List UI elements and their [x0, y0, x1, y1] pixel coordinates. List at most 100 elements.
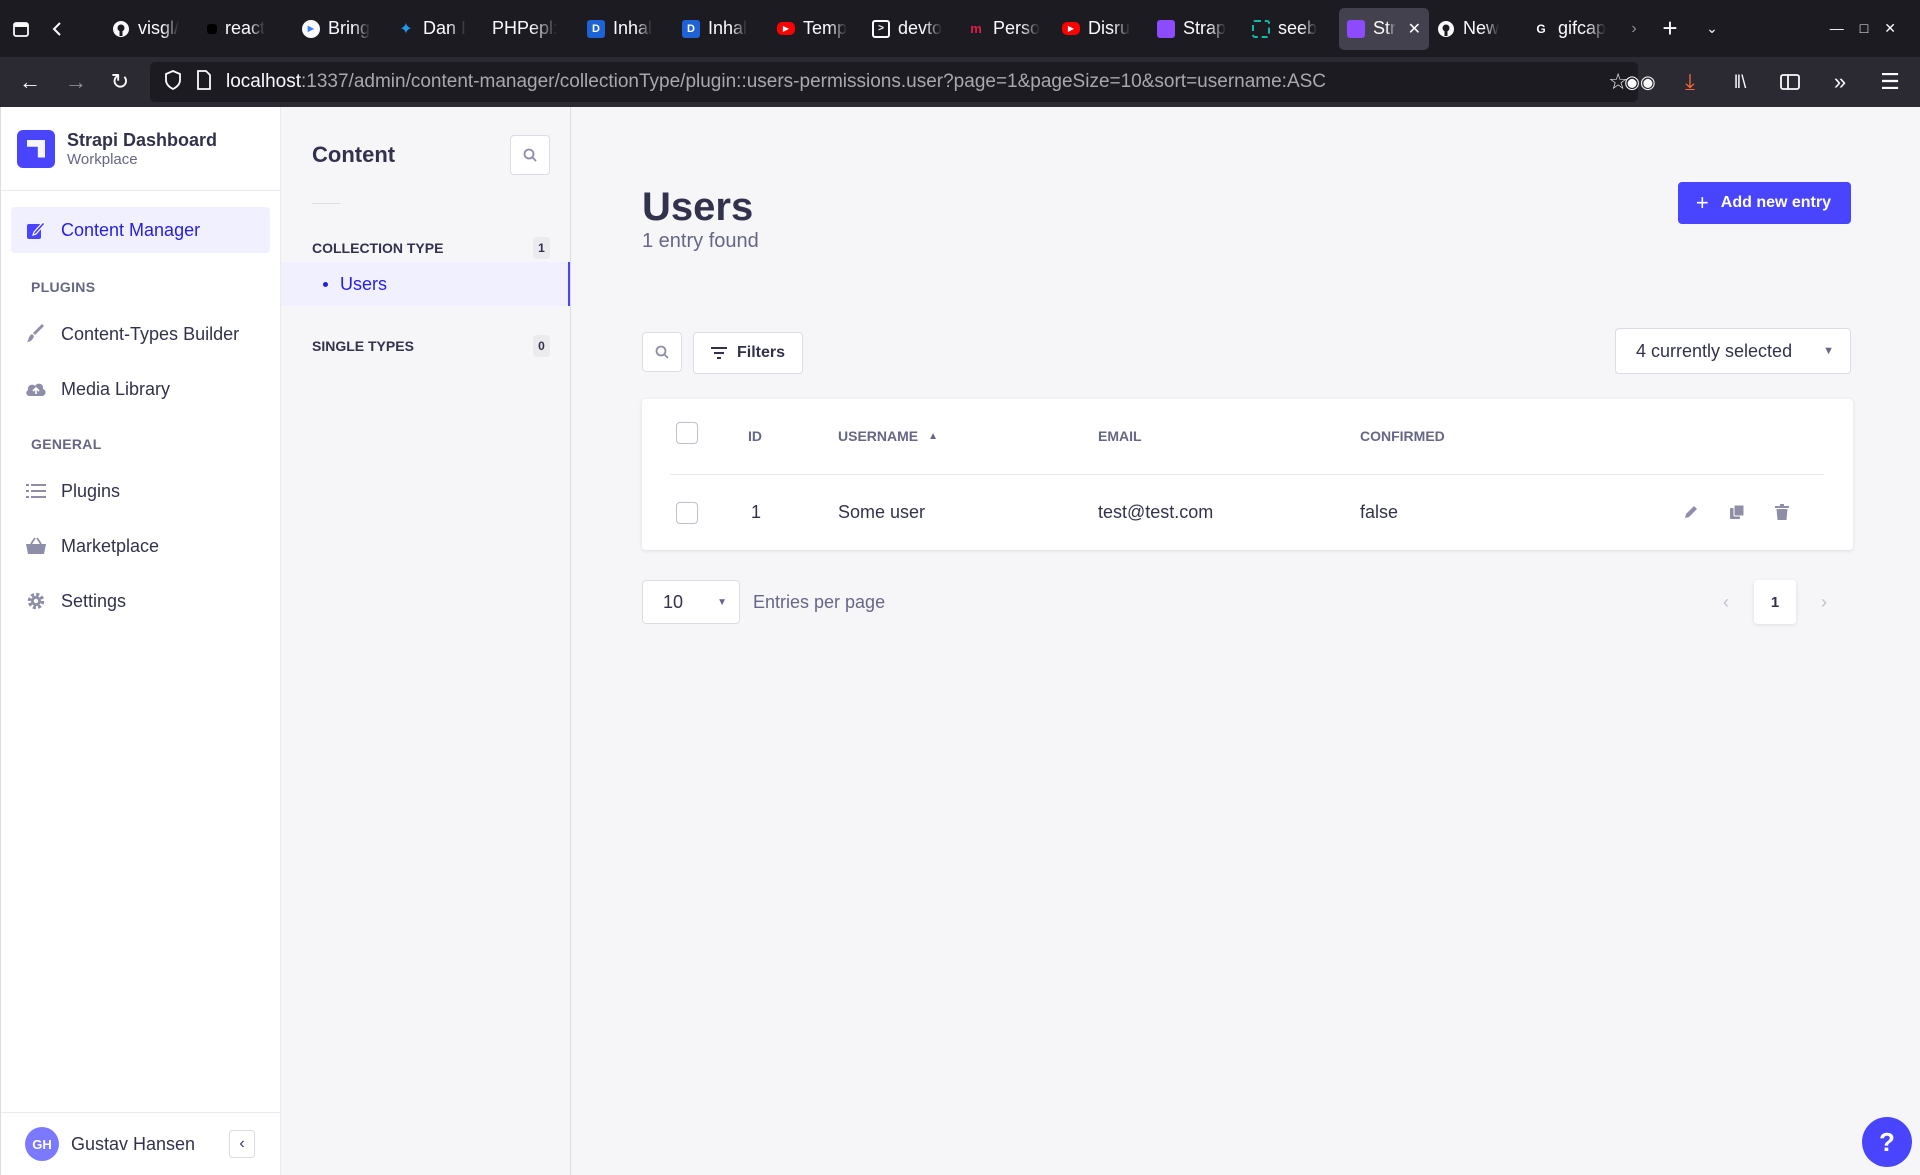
- collapse-nav-button[interactable]: ‹: [229, 1130, 255, 1158]
- browser-tab[interactable]: D Inhal: [674, 8, 769, 50]
- subnav-search-button[interactable]: [510, 135, 550, 175]
- browser-tab[interactable]: ► Bring: [294, 8, 389, 50]
- cloud-upload-icon: [25, 378, 47, 400]
- nav-item-plugins[interactable]: Plugins: [11, 468, 270, 514]
- subnav-header: Content: [281, 107, 570, 203]
- url-text[interactable]: localhost:1337/admin/content-manager/col…: [226, 71, 1326, 93]
- browser-tab[interactable]: Strap: [1149, 8, 1244, 50]
- next-page-icon[interactable]: ›: [1808, 586, 1840, 618]
- tab-label: devto: [898, 18, 943, 38]
- page-icon[interactable]: [196, 69, 212, 95]
- browser-tab[interactable]: react: [199, 8, 294, 50]
- filters-button[interactable]: Filters: [693, 332, 803, 374]
- browser-tab[interactable]: ▶ Temp: [769, 8, 864, 50]
- browser-tab[interactable]: ✦ Dan I: [389, 8, 484, 50]
- brand-subtitle: Workplace: [67, 150, 138, 168]
- single-types-section[interactable]: SINGLE TYPES 0: [281, 332, 570, 360]
- nav-label: Marketplace: [61, 535, 160, 556]
- button-label: Add new entry: [1720, 194, 1831, 211]
- library-icon[interactable]: ‖\: [1720, 62, 1760, 102]
- nav-item-media-library[interactable]: Media Library: [11, 366, 270, 412]
- minimize-window-icon[interactable]: —: [1830, 20, 1844, 37]
- react-favicon-icon: [207, 23, 217, 34]
- nav-item-marketplace[interactable]: Marketplace: [11, 523, 270, 569]
- browser-tab[interactable]: G gifcap: [1524, 8, 1619, 50]
- browser-tab[interactable]: seeb: [1244, 8, 1339, 50]
- displayed-fields-select[interactable]: 4 currently selected ▼: [1615, 328, 1851, 374]
- tabs-scroll-left-icon[interactable]: [42, 8, 72, 50]
- browser-tab[interactable]: > devto: [864, 8, 959, 50]
- trash-icon[interactable]: [1771, 501, 1793, 523]
- browser-tab[interactable]: PHPepl:: [484, 8, 579, 50]
- shield-icon[interactable]: [164, 69, 182, 95]
- button-label: Filters: [736, 344, 785, 361]
- close-tab-icon[interactable]: ✕: [1408, 19, 1421, 39]
- browser-tab-bar: visgl/ react ► Bring ✦ Dan I PHPepl: D I…: [0, 0, 1920, 57]
- nav-item-settings[interactable]: Settings: [11, 578, 270, 624]
- hamburger-menu-icon[interactable]: ☰: [1870, 62, 1910, 102]
- sub-link-users[interactable]: Users: [281, 262, 570, 306]
- nav-item-content-manager[interactable]: Content Manager: [11, 207, 270, 253]
- overflow-chevrons-icon[interactable]: »: [1820, 62, 1860, 102]
- collection-types-section[interactable]: COLLECTION TYPE 1: [281, 234, 570, 262]
- page-title: Users: [642, 185, 754, 229]
- sidebar-toggle-icon[interactable]: [1770, 62, 1810, 102]
- back-icon[interactable]: ←: [10, 62, 50, 102]
- tabs-scroll-right-icon[interactable]: ›: [1619, 8, 1649, 50]
- close-window-icon[interactable]: ✕: [1884, 20, 1896, 37]
- add-new-entry-button[interactable]: + Add new entry: [1677, 182, 1851, 224]
- calendar-icon[interactable]: [0, 8, 42, 50]
- forward-icon[interactable]: →: [56, 62, 96, 102]
- tab-label: Bring: [328, 18, 371, 38]
- avatar: GH: [25, 1127, 59, 1161]
- browser-tab[interactable]: m Perso: [959, 8, 1054, 50]
- column-header-username[interactable]: USERNAME ▲: [838, 428, 938, 444]
- address-bar[interactable]: localhost:1337/admin/content-manager/col…: [150, 62, 1638, 102]
- sort-ascending-icon[interactable]: ▲: [928, 431, 938, 442]
- tab-label: New: [1463, 18, 1500, 38]
- user-profile[interactable]: GH Gustav Hansen ‹: [1, 1112, 281, 1175]
- column-header-confirmed[interactable]: CONFIRMED: [1360, 428, 1445, 444]
- browser-tab[interactable]: visgl/: [104, 8, 199, 50]
- browser-tab-active[interactable]: Str ✕: [1339, 7, 1429, 50]
- table-header-row: ID USERNAME ▲ EMAIL CONFIRMED: [642, 399, 1853, 475]
- tab-label: gifcap: [1558, 18, 1607, 38]
- header-label: USERNAME: [838, 428, 919, 444]
- section-label-general: GENERAL: [31, 436, 102, 452]
- nav-label: Media Library: [61, 378, 171, 399]
- browser-tab[interactable]: [72, 8, 104, 50]
- section-label: SINGLE TYPES: [312, 338, 414, 354]
- section-label-plugins: PLUGINS: [31, 279, 96, 295]
- column-header-id[interactable]: ID: [748, 428, 762, 444]
- tab-label: Disru: [1088, 18, 1131, 38]
- private-mask-icon[interactable]: ◉◉: [1620, 62, 1660, 102]
- help-button[interactable]: ?: [1862, 1117, 1912, 1167]
- select-all-checkbox[interactable]: [676, 422, 698, 444]
- browser-tab[interactable]: ▶ Disru: [1054, 8, 1149, 50]
- list-all-tabs-icon[interactable]: ⌄: [1691, 8, 1733, 50]
- twitter-icon: ✦: [399, 20, 413, 38]
- gear-icon: [25, 590, 47, 612]
- row-checkbox[interactable]: [676, 502, 698, 524]
- page-size-select[interactable]: 10 ▼: [642, 580, 740, 624]
- plus-icon: +: [1695, 190, 1709, 215]
- page-number-button[interactable]: 1: [1754, 580, 1796, 624]
- previous-page-icon[interactable]: ‹: [1710, 586, 1742, 618]
- edit-pencil-icon[interactable]: [1680, 501, 1702, 523]
- browser-tab[interactable]: D Inhal: [579, 8, 674, 50]
- select-value: 4 currently selected: [1636, 340, 1793, 361]
- downloads-icon[interactable]: ⤓: [1670, 62, 1710, 102]
- duplicate-icon[interactable]: [1726, 501, 1748, 523]
- count-badge: 0: [533, 335, 550, 357]
- nav-item-content-types-builder[interactable]: Content-Types Builder: [11, 311, 270, 357]
- reload-icon[interactable]: ↻: [100, 62, 140, 102]
- subnav-title: Content: [312, 142, 396, 167]
- maximize-window-icon[interactable]: □: [1860, 20, 1868, 37]
- new-tab-icon[interactable]: +: [1649, 8, 1691, 50]
- url-path: :1337/admin/content-manager/collectionTy…: [301, 71, 1327, 92]
- browser-tab[interactable]: New: [1429, 8, 1524, 50]
- column-header-email[interactable]: EMAIL: [1098, 428, 1142, 444]
- tab-label: Temp: [803, 18, 848, 38]
- table-row[interactable]: 1 Some user test@test.com false: [642, 475, 1853, 550]
- table-search-button[interactable]: [642, 332, 682, 372]
